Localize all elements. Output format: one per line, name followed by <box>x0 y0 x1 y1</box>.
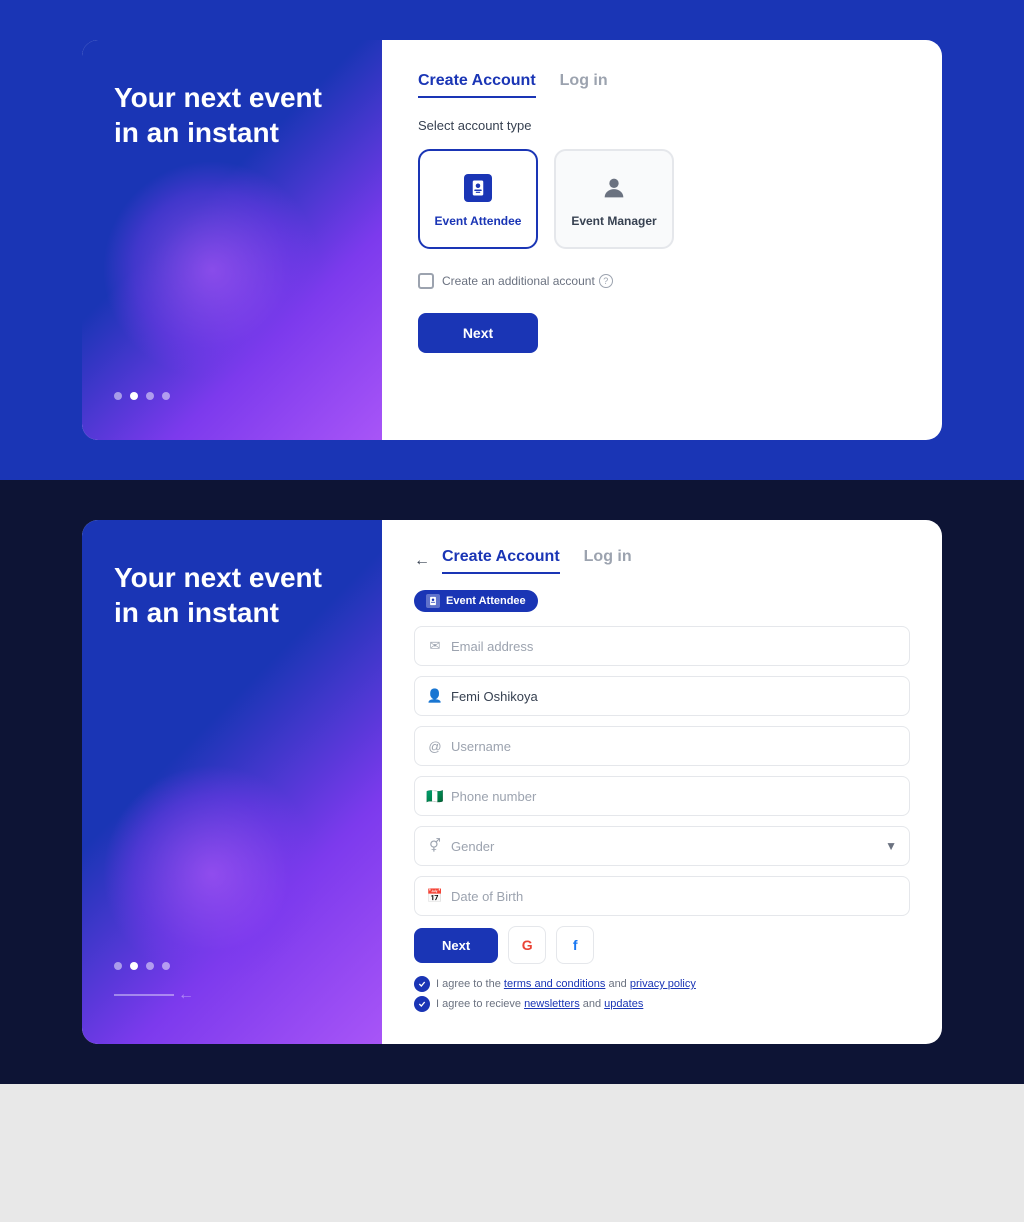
form-header: ← Create Account Log in <box>414 548 910 574</box>
terms-row-1: I agree to the terms and conditions and … <box>414 976 910 992</box>
email-icon: ✉ <box>427 638 443 654</box>
bottom-dot-4[interactable] <box>162 962 170 970</box>
attendee-label: Event Attendee <box>435 214 522 228</box>
terms-row-2: I agree to recieve newsletters and updat… <box>414 996 910 1012</box>
dot-1[interactable] <box>114 392 122 400</box>
dob-field[interactable]: 📅 <box>414 876 910 916</box>
dob-input[interactable] <box>451 889 897 904</box>
phone-input[interactable] <box>451 789 897 804</box>
attendee-badge: Event Attendee <box>414 590 538 612</box>
username-input[interactable] <box>451 739 897 754</box>
top-section: Your next event in an instant Create Acc… <box>0 0 1024 480</box>
name-field[interactable]: 👤 <box>414 676 910 716</box>
account-type-label: Select account type <box>418 118 906 133</box>
name-input[interactable] <box>451 689 897 704</box>
gender-icon: ⚥ <box>427 838 443 854</box>
bottom-card: Your next event in an instant ← <box>82 520 942 1044</box>
bottom-dot-1[interactable] <box>114 962 122 970</box>
badge-pill-svg <box>428 596 438 606</box>
terms-check-1 <box>414 976 430 992</box>
bottom-hero-title: Your next event in an instant <box>114 560 350 630</box>
additional-account-checkbox[interactable] <box>418 273 434 289</box>
badge-svg <box>469 179 487 197</box>
name-icon: 👤 <box>427 688 443 704</box>
terms-text-1: I agree to the terms and conditions and … <box>436 978 696 990</box>
form-tab-login[interactable]: Log in <box>584 548 632 574</box>
privacy-policy-link[interactable]: privacy policy <box>630 978 696 990</box>
additional-account-row: Create an additional account ? <box>418 273 906 289</box>
dot-3[interactable] <box>146 392 154 400</box>
check-icon-2 <box>418 1000 426 1008</box>
terms-text-2: I agree to recieve newsletters and updat… <box>436 998 643 1010</box>
bottom-dot-3[interactable] <box>146 962 154 970</box>
manager-icon <box>596 170 632 206</box>
tab-create-account[interactable]: Create Account <box>418 72 536 98</box>
username-field[interactable]: @ <box>414 726 910 766</box>
top-tabs: Create Account Log in <box>418 72 906 98</box>
gender-placeholder: Gender <box>451 839 877 854</box>
tab-login[interactable]: Log in <box>560 72 608 98</box>
bottom-section: Your next event in an instant ← <box>0 480 1024 1084</box>
terms-check-2 <box>414 996 430 1012</box>
attendee-icon <box>460 170 496 206</box>
bottom-back-arrow-left: ← <box>114 986 350 1004</box>
terms-conditions-link[interactable]: terms and conditions <box>504 978 606 990</box>
dob-icon: 📅 <box>427 888 443 904</box>
top-right-panel: Create Account Log in Select account typ… <box>382 40 942 440</box>
top-carousel-dots <box>114 392 350 400</box>
badge-pill-icon <box>426 594 440 608</box>
newsletters-link[interactable]: newsletters <box>524 998 580 1010</box>
manager-label: Event Manager <box>571 214 656 228</box>
facebook-signin-button[interactable]: f <box>556 926 594 964</box>
phone-field[interactable]: 🇳🇬 <box>414 776 910 816</box>
form-tab-create[interactable]: Create Account <box>442 548 560 574</box>
help-icon[interactable]: ? <box>599 274 613 288</box>
dot-4[interactable] <box>162 392 170 400</box>
email-input[interactable] <box>451 639 897 654</box>
top-card: Your next event in an instant Create Acc… <box>82 40 942 440</box>
form-tabs: Create Account Log in <box>442 548 632 574</box>
next-button-form[interactable]: Next <box>414 928 498 963</box>
gender-chevron-icon: ▼ <box>885 839 897 853</box>
google-signin-button[interactable]: G <box>508 926 546 964</box>
account-type-manager[interactable]: Event Manager <box>554 149 674 249</box>
top-hero-title: Your next event in an instant <box>114 80 350 150</box>
person-svg <box>600 174 628 202</box>
top-left-panel: Your next event in an instant <box>82 40 382 440</box>
bottom-carousel-dots <box>114 962 350 970</box>
dot-2[interactable] <box>130 392 138 400</box>
gender-select[interactable]: ⚥ Gender ▼ <box>414 826 910 866</box>
account-type-attendee[interactable]: Event Attendee <box>418 149 538 249</box>
updates-link[interactable]: updates <box>604 998 643 1010</box>
bottom-dot-2[interactable] <box>130 962 138 970</box>
account-type-selector: Event Attendee Event Manager <box>418 149 906 249</box>
back-arrow-button[interactable]: ← <box>414 552 430 570</box>
bottom-left-panel: Your next event in an instant ← <box>82 520 382 1044</box>
next-button-top[interactable]: Next <box>418 313 538 353</box>
username-icon: @ <box>427 738 443 754</box>
bottom-right-panel: ← Create Account Log in Event Attendee <box>382 520 942 1044</box>
email-field[interactable]: ✉ <box>414 626 910 666</box>
form-actions: Next G f <box>414 926 910 964</box>
additional-account-label: Create an additional account ? <box>442 274 613 288</box>
phone-flag-icon: 🇳🇬 <box>427 788 443 804</box>
check-icon-1 <box>418 980 426 988</box>
